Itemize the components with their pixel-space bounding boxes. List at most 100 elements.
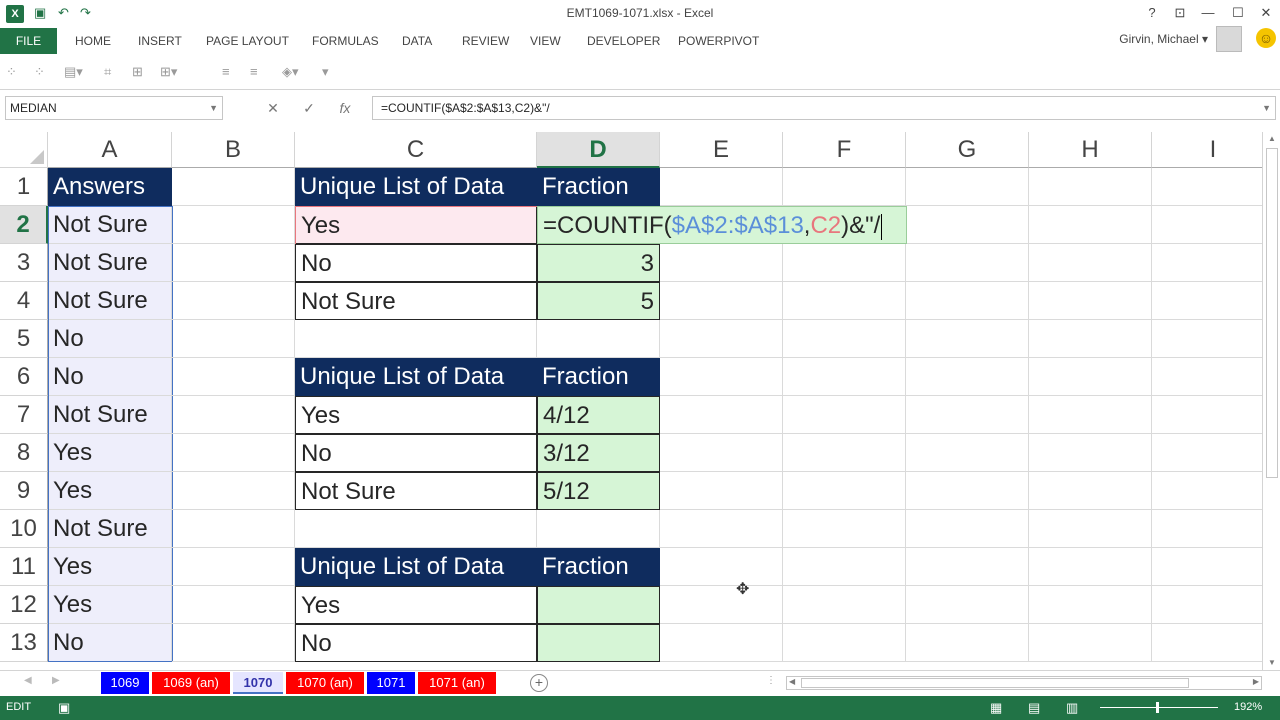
new-sheet-button[interactable]: + [530,674,548,692]
cell-d1[interactable]: Fraction [537,168,660,206]
tab-powerpivot[interactable]: POWERPIVOT [678,28,759,54]
column-header-a[interactable]: A [48,132,172,168]
cell-b6[interactable] [172,358,295,396]
cancel-formula-button[interactable]: ✕ [262,98,284,118]
column-header-f[interactable]: F [783,132,906,168]
toolbar-overflow-icon[interactable]: ▾ [322,64,329,80]
maximize-button[interactable]: ☐ [1226,4,1250,22]
tab-formulas[interactable]: FORMULAS [312,28,379,54]
row-header-2[interactable]: 2 [0,206,48,244]
insert-function-button[interactable]: fx [334,98,356,118]
sheet-tab-1070[interactable]: 1070 [233,672,283,694]
vertical-scrollbar[interactable]: ▲ ▼ [1262,132,1280,670]
cell-b2[interactable] [172,206,295,244]
expand-formula-bar-icon[interactable]: ▼ [1262,97,1271,119]
cell-a10[interactable]: Not Sure [48,510,172,548]
cell-b5[interactable] [172,320,295,358]
cell-b3[interactable] [172,244,295,282]
row-header-4[interactable]: 4 [0,282,48,320]
sheet-nav-prev-icon[interactable]: ◀ [24,675,32,686]
cell-b9[interactable] [172,472,295,510]
cell-c2[interactable]: Yes [295,206,537,244]
cell-a1[interactable]: Answers [48,168,172,206]
tab-data[interactable]: DATA [402,28,432,54]
cell-a4[interactable]: Not Sure [48,282,172,320]
avatar[interactable] [1216,26,1242,52]
tab-split-handle-icon[interactable]: ⋮ [766,675,776,686]
cell-d4[interactable]: 5 [537,282,660,320]
column-header-c[interactable]: C [295,132,537,168]
column-header-b[interactable]: B [172,132,295,168]
cell-a6[interactable]: No [48,358,172,396]
cell-a13[interactable]: No [48,624,172,662]
cell-a12[interactable]: Yes [48,586,172,624]
toolbar-icon-3[interactable]: ▤▾ [64,64,83,80]
cell-c8[interactable]: No [295,434,537,472]
toolbar-icon-5[interactable]: ⊞ [132,64,143,80]
zoom-slider-knob[interactable] [1156,702,1159,713]
column-header-e[interactable]: E [660,132,783,168]
toolbar-icon-2[interactable]: ⁘ [34,64,45,80]
worksheet-grid[interactable]: A B C D E F G H I 1 2 3 4 5 6 7 8 9 10 1… [0,132,1262,670]
scroll-right-icon[interactable]: ▶ [1253,677,1259,686]
toolbar-icon-4[interactable]: ⌗ [104,64,111,80]
cell-c11[interactable]: Unique List of Data [295,548,537,586]
cell-d10[interactable] [537,510,660,548]
cell-d13[interactable] [537,624,660,662]
user-account[interactable]: Girvin, Michael ▾ [1119,32,1208,46]
toolbar-icon-1[interactable]: ⁘ [6,64,17,80]
horizontal-scroll-thumb[interactable] [801,678,1189,688]
cell-d5[interactable] [537,320,660,358]
cell-b13[interactable] [172,624,295,662]
vertical-scroll-thumb[interactable] [1266,148,1278,478]
column-header-g[interactable]: G [906,132,1029,168]
cell-c3[interactable]: No [295,244,537,282]
tab-page-layout[interactable]: PAGE LAYOUT [206,28,289,54]
cell-a8[interactable]: Yes [48,434,172,472]
column-header-h[interactable]: H [1029,132,1152,168]
help-button[interactable]: ? [1140,4,1164,22]
page-break-view-icon[interactable]: ▥ [1066,700,1078,716]
zoom-level[interactable]: 192% [1234,701,1262,713]
sheet-tab-1069[interactable]: 1069 [101,672,149,694]
zoom-slider[interactable] [1100,707,1218,708]
cell-c5[interactable] [295,320,537,358]
cell-c1[interactable]: Unique List of Data [295,168,537,206]
cell-c12[interactable]: Yes [295,586,537,624]
cell-c4[interactable]: Not Sure [295,282,537,320]
column-header-d[interactable]: D [537,132,660,168]
cell-c13[interactable]: No [295,624,537,662]
row-header-12[interactable]: 12 [0,586,48,624]
cell-d3[interactable]: 3 [537,244,660,282]
toolbar-icon-9[interactable]: ◈▾ [282,64,299,80]
cell-d7[interactable]: 4/12 [537,396,660,434]
row-header-10[interactable]: 10 [0,510,48,548]
tab-insert[interactable]: INSERT [138,28,182,54]
enter-formula-button[interactable]: ✓ [298,98,320,118]
name-box[interactable]: MEDIAN ▼ [5,96,223,120]
column-header-i[interactable]: I [1152,132,1262,168]
smiley-feedback-icon[interactable]: ☺ [1256,28,1276,48]
ribbon-display-options-button[interactable]: ⊡ [1168,4,1192,22]
cell-d9[interactable]: 5/12 [537,472,660,510]
row-header-13[interactable]: 13 [0,624,48,662]
cell-d2-editing[interactable]: =COUNTIF($A$2:$A$13,C2)&"/ [537,206,907,244]
tab-review[interactable]: REVIEW [462,28,509,54]
row-header-8[interactable]: 8 [0,434,48,472]
cell-a7[interactable]: Not Sure [48,396,172,434]
cell-d8[interactable]: 3/12 [537,434,660,472]
cell-d11[interactable]: Fraction [537,548,660,586]
scroll-left-icon[interactable]: ◀ [789,677,795,686]
cell-a9[interactable]: Yes [48,472,172,510]
scroll-down-icon[interactable]: ▼ [1263,656,1280,670]
row-header-7[interactable]: 7 [0,396,48,434]
row-header-3[interactable]: 3 [0,244,48,282]
cell-b1[interactable] [172,168,295,206]
tab-developer[interactable]: DEVELOPER [587,28,660,54]
cell-a11[interactable]: Yes [48,548,172,586]
sheet-tab-1069-an[interactable]: 1069 (an) [152,672,230,694]
tab-file[interactable]: FILE [0,28,57,54]
macro-record-icon[interactable]: ▣ [58,700,70,716]
cell-b8[interactable] [172,434,295,472]
cell-d6[interactable]: Fraction [537,358,660,396]
